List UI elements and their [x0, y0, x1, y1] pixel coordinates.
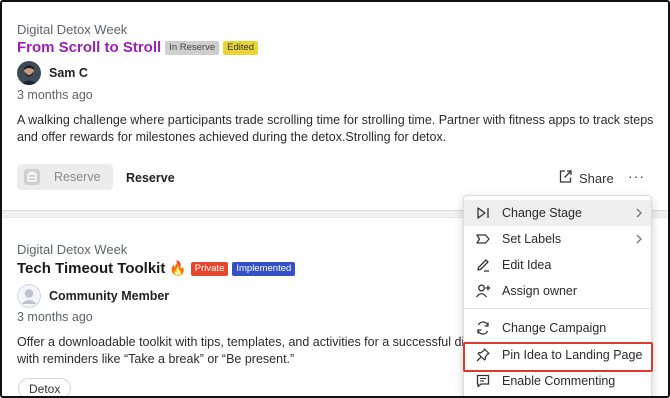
reserve-link[interactable]: Reserve	[126, 171, 175, 185]
play-next-icon	[473, 203, 493, 223]
menu-item-label: Assign owner	[502, 284, 578, 298]
idea-title[interactable]: From Scroll to Stroll	[17, 39, 161, 56]
idea-description: A walking challenge where participants t…	[17, 113, 654, 144]
status-badge-private: Private	[190, 261, 229, 276]
idea-title-row: Tech Timeout Toolkit 🔥 Private Implement…	[17, 260, 296, 277]
fire-icon: 🔥	[169, 260, 187, 276]
share-label: Share	[579, 170, 614, 186]
menu-item-change-campaign[interactable]: Change Campaign	[464, 315, 651, 341]
menu-item-edit-idea[interactable]: Edit Idea	[464, 252, 651, 278]
menu-item-change-stage[interactable]: Change Stage	[464, 200, 651, 226]
timestamp: 3 months ago	[17, 310, 93, 324]
reserve-button[interactable]: Reserve	[17, 164, 113, 190]
menu-item-label: Set Labels	[502, 232, 562, 246]
reserve-icon	[22, 167, 42, 187]
idea-card: Digital Detox Week From Scroll to Stroll…	[2, 2, 668, 212]
comment-icon	[473, 371, 493, 391]
share-icon	[558, 169, 573, 187]
menu-divider	[464, 308, 651, 309]
idea-title-row: From Scroll to Stroll In Reserve Edited	[17, 39, 259, 56]
status-badge-in-reserve: In Reserve	[165, 40, 220, 55]
avatar[interactable]	[17, 61, 41, 85]
add-user-icon	[473, 281, 493, 301]
menu-item-label: Change Stage	[502, 206, 582, 220]
menu-item-assign-owner[interactable]: Assign owner	[464, 278, 651, 304]
more-options-button[interactable]: ···	[628, 168, 645, 184]
menu-item-label: Enable Commenting	[502, 374, 616, 388]
reserve-button-label: Reserve	[54, 170, 101, 184]
chevron-right-icon	[635, 233, 643, 248]
author-name[interactable]: Sam C	[49, 66, 88, 80]
author-row: Sam C	[17, 61, 88, 85]
refresh-icon	[473, 318, 493, 338]
chevron-right-icon	[635, 207, 643, 222]
highlight-box	[463, 342, 653, 372]
menu-item-label: Edit Idea	[502, 258, 552, 272]
campaign-name[interactable]: Digital Detox Week	[17, 22, 127, 37]
label-icon	[473, 229, 493, 249]
menu-item-label: Change Campaign	[502, 321, 607, 335]
campaign-name[interactable]: Digital Detox Week	[17, 242, 127, 257]
idea-title[interactable]: Tech Timeout Toolkit	[17, 260, 165, 277]
share-button[interactable]: Share	[558, 169, 614, 187]
app-frame: Digital Detox Week From Scroll to Stroll…	[0, 0, 670, 398]
menu-item-set-labels[interactable]: Set Labels	[464, 226, 651, 252]
avatar[interactable]	[17, 284, 41, 308]
author-name[interactable]: Community Member	[49, 289, 169, 303]
status-badge-implemented: Implemented	[232, 261, 296, 276]
label-chip[interactable]: Detox	[18, 378, 72, 396]
author-row: Community Member	[17, 284, 169, 308]
pencil-icon	[473, 255, 493, 275]
status-badge-edited: Edited	[223, 40, 259, 55]
timestamp: 3 months ago	[17, 88, 93, 102]
